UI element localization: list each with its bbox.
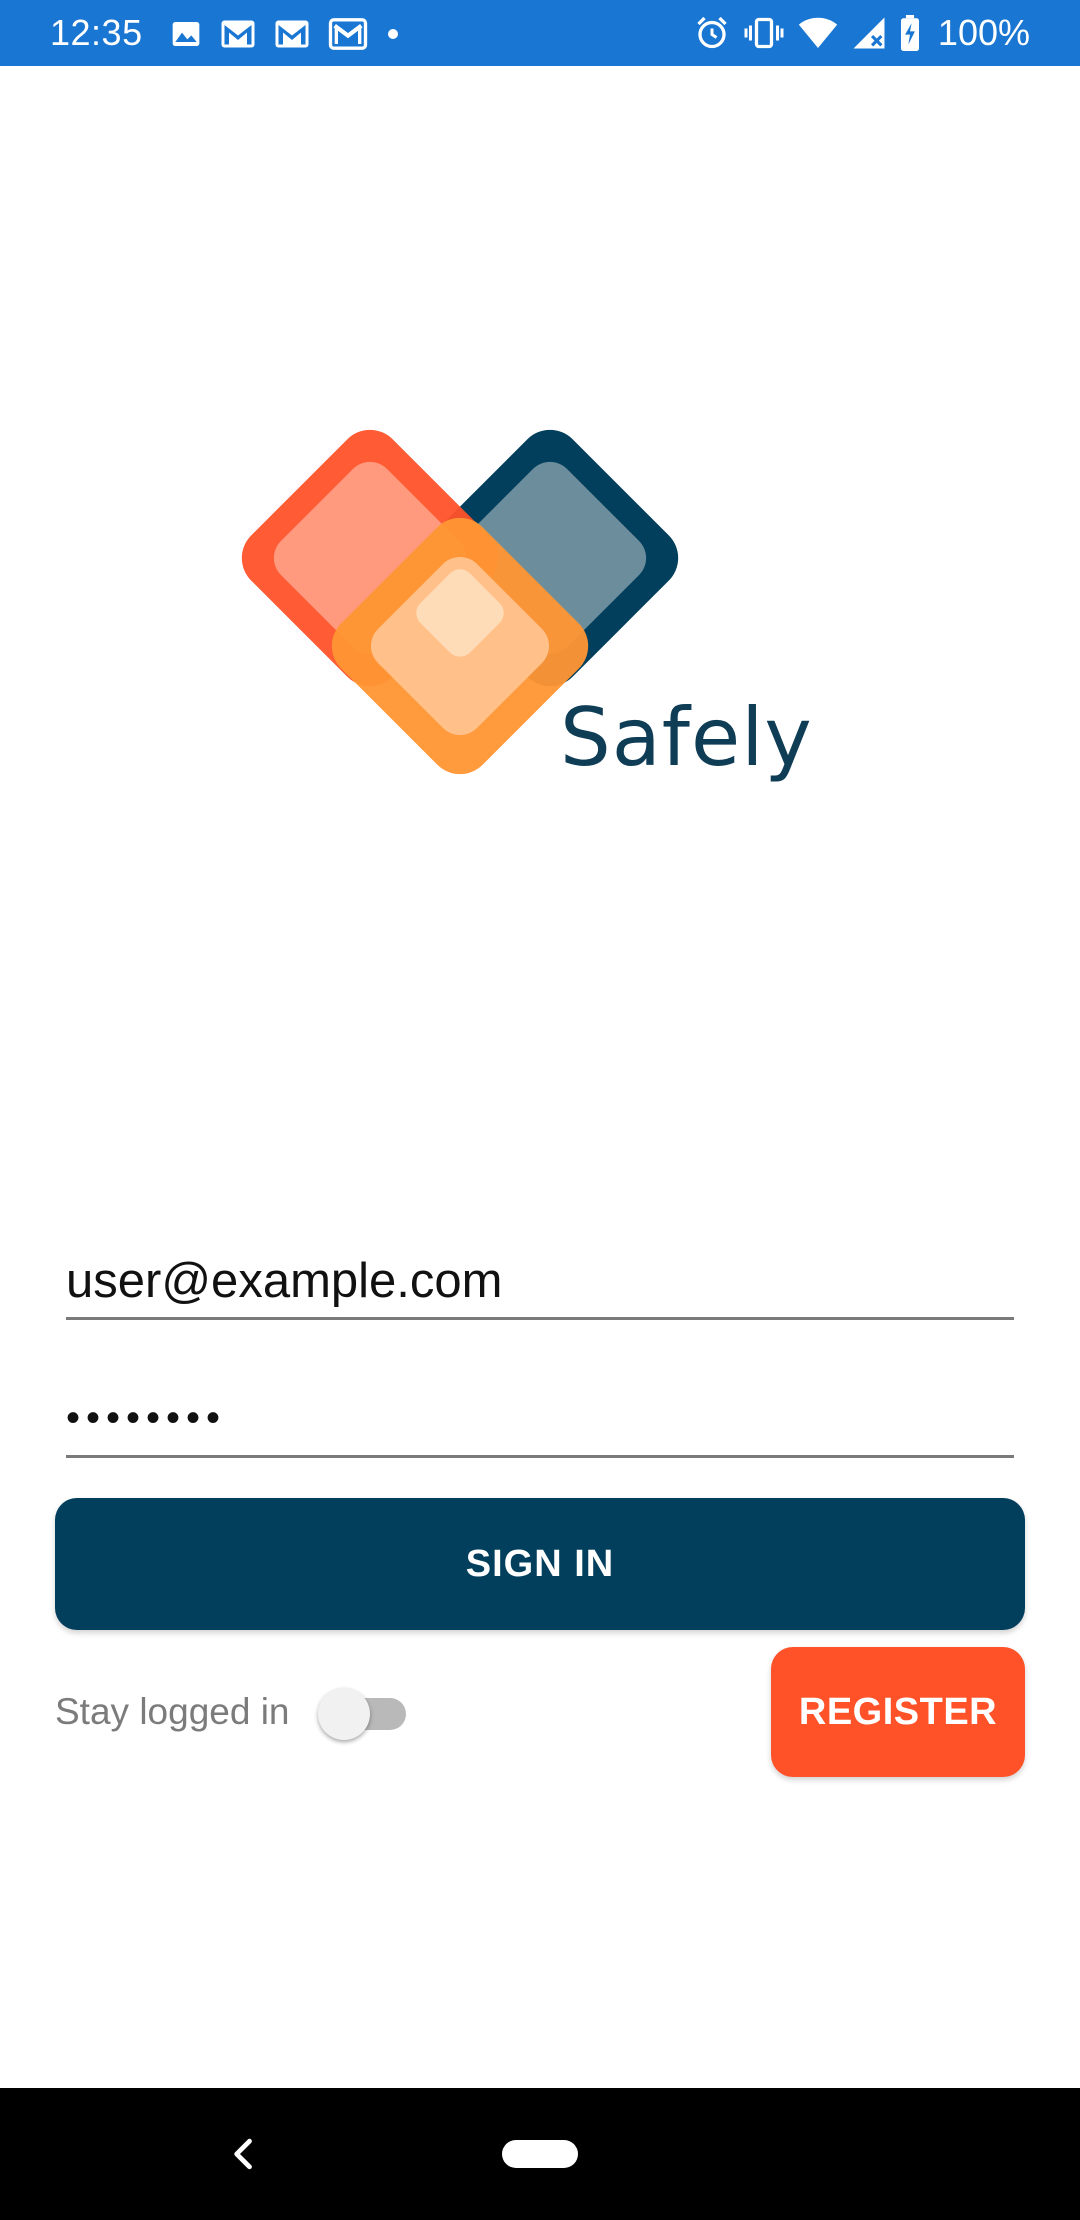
vibrate-icon bbox=[744, 15, 784, 51]
battery-percent: 100% bbox=[937, 12, 1030, 53]
wifi-icon bbox=[798, 16, 838, 50]
back-icon[interactable] bbox=[222, 2132, 266, 2176]
password-field[interactable] bbox=[66, 1378, 1014, 1458]
navigation-bar bbox=[0, 2088, 1080, 2220]
register-button[interactable]: REGISTER bbox=[771, 1647, 1025, 1777]
notification-icons bbox=[170, 14, 400, 54]
stay-logged-in-label: Stay logged in bbox=[55, 1691, 290, 1732]
home-pill-icon[interactable] bbox=[502, 2140, 578, 2168]
dot-icon bbox=[386, 27, 400, 41]
status-bar: 12:35 100% bbox=[0, 0, 1080, 66]
toggle-thumb bbox=[318, 1688, 370, 1740]
gmail-outline-icon bbox=[328, 17, 368, 51]
login-screen: 12:35 100% Safely user@example.com •••••… bbox=[0, 0, 1080, 2220]
gmail-icon bbox=[274, 19, 310, 49]
email-field[interactable] bbox=[66, 1240, 1014, 1320]
battery-charging-icon bbox=[900, 15, 920, 51]
status-time: 12:35 bbox=[50, 12, 143, 53]
password-input[interactable] bbox=[66, 1396, 1014, 1441]
signal-icon bbox=[852, 16, 886, 50]
logo-wordmark: Safely bbox=[560, 691, 813, 784]
safely-logo: Safely bbox=[240, 428, 860, 798]
image-icon bbox=[170, 18, 202, 50]
sign-in-button[interactable]: SIGN IN bbox=[55, 1498, 1025, 1630]
alarm-icon bbox=[694, 15, 730, 51]
gmail-icon bbox=[220, 19, 256, 49]
system-icons: 100% bbox=[694, 12, 1030, 54]
stay-logged-in-toggle[interactable] bbox=[318, 1686, 408, 1742]
email-input[interactable] bbox=[66, 1253, 1014, 1309]
